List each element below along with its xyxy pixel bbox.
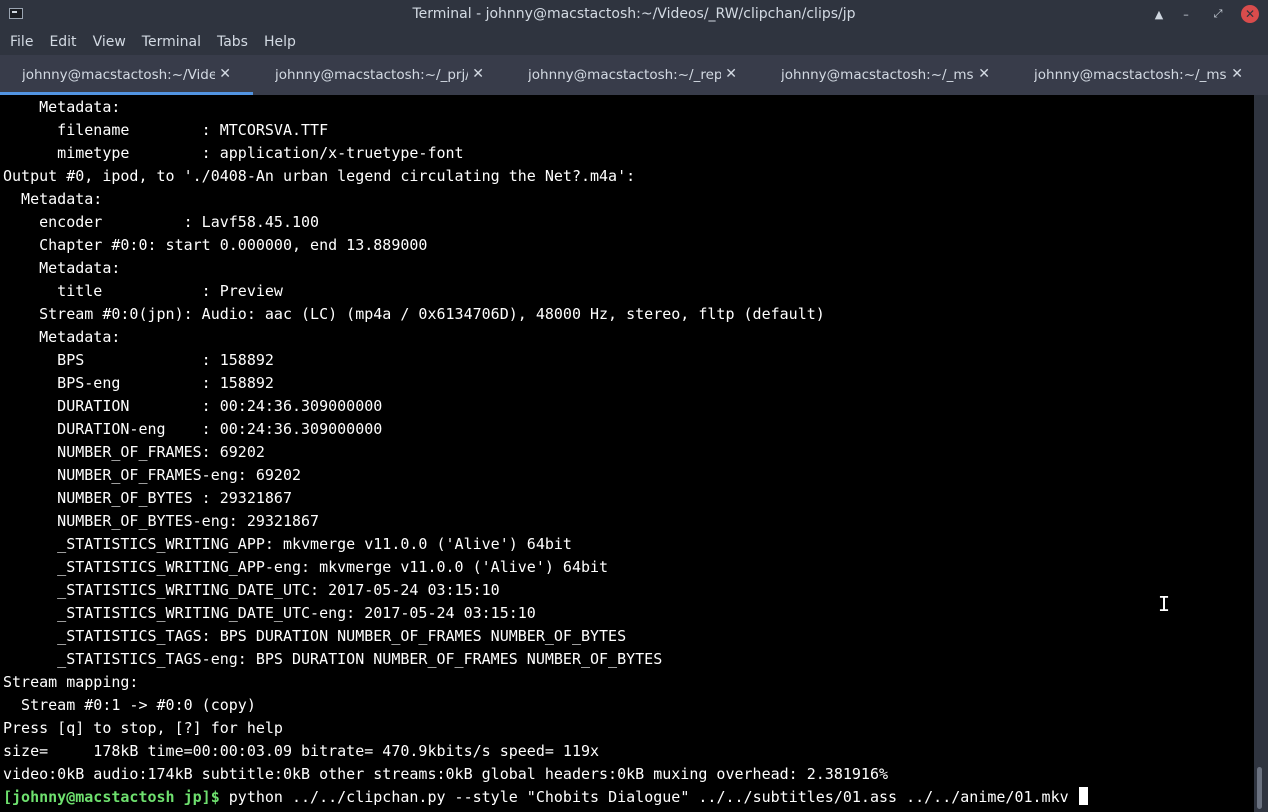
output-line: DURATION-eng : 00:24:36.309000000 [3,420,383,438]
output-line: Metadata: [3,190,103,208]
output-line: NUMBER_OF_BYTES : 29321867 [3,489,292,507]
tab-1[interactable]: johnny@macstactosh:~/Video... ✕ [0,55,253,95]
text-cursor [1078,787,1088,805]
tab-label: johnny@macstactosh:~/Video... [22,67,215,83]
title-bar: Terminal - johnny@macstactosh:~/Videos/_… [0,0,1268,29]
tab-3[interactable]: johnny@macstactosh:~/_repo... ✕ [506,55,759,95]
terminal-output[interactable]: Metadata: filename : MTCORSVA.TTF mimety… [0,95,1254,812]
output-line: filename : MTCORSVA.TTF [3,121,329,139]
output-line: NUMBER_OF_BYTES-eng: 29321867 [3,512,320,530]
terminal-lines: Metadata: filename : MTCORSVA.TTF mimety… [3,96,1088,809]
output-line: encoder : Lavf58.45.100 [3,213,320,231]
menu-terminal[interactable]: Terminal [134,29,209,55]
menu-tabs[interactable]: Tabs [209,29,256,55]
output-line: Stream #0:1 -> #0:0 (copy) [3,696,256,714]
menu-view[interactable]: View [85,29,134,55]
output-line: Metadata: [3,328,121,346]
output-line: _STATISTICS_TAGS: BPS DURATION NUMBER_OF… [3,627,627,645]
output-line: Press [q] to stop, [?] for help [3,719,283,737]
output-line: DURATION : 00:24:36.309000000 [3,397,383,415]
window-title: Terminal - johnny@macstactosh:~/Videos/_… [412,6,856,22]
close-tab-icon[interactable]: ✕ [472,66,484,82]
output-line: Metadata: [3,259,121,277]
close-tab-icon[interactable]: ✕ [1231,66,1243,82]
output-line: NUMBER_OF_FRAMES-eng: 69202 [3,466,302,484]
scrollbar-thumb[interactable] [1257,767,1262,809]
close-window-icon[interactable]: ✕ [1241,5,1259,23]
output-line: video:0kB audio:174kB subtitle:0kB other… [3,765,889,783]
output-line: Stream mapping: [3,673,139,691]
output-line: BPS-eng : 158892 [3,374,274,392]
close-tab-icon[interactable]: ✕ [978,66,990,82]
close-tab-icon[interactable]: ✕ [725,66,737,82]
output-line: _STATISTICS_TAGS-eng: BPS DURATION NUMBE… [3,650,663,668]
output-line: _STATISTICS_WRITING_APP: mkvmerge v11.0.… [3,535,572,553]
output-line: _STATISTICS_WRITING_DATE_UTC-eng: 2017-0… [3,604,536,622]
tab-label: johnny@macstactosh:~/_repo... [528,67,721,83]
tab-5[interactable]: johnny@macstactosh:~/_msc/... ✕ [1012,55,1265,95]
tab-label: johnny@macstactosh:~/_prj/t... [275,67,468,83]
output-line: size= 178kB time=00:00:03.09 bitrate= 47… [3,742,600,760]
maximize-window-icon[interactable]: ⤢ [1209,5,1227,23]
menu-bar: File Edit View Terminal Tabs Help [0,29,1268,55]
output-line: Stream #0:0(jpn): Audio: aac (LC) (mp4a … [3,305,825,323]
output-line: Chapter #0:0: start 0.000000, end 13.889… [3,236,428,254]
output-line: _STATISTICS_WRITING_APP-eng: mkvmerge v1… [3,558,609,576]
output-line: NUMBER_OF_FRAMES: 69202 [3,443,265,461]
tab-2[interactable]: johnny@macstactosh:~/_prj/t... ✕ [253,55,506,95]
menu-edit[interactable]: Edit [41,29,84,55]
prompt-line[interactable]: [johnny@macstactosh jp]$ python ../../cl… [3,786,1088,809]
output-line: mimetype : application/x-truetype-font [3,144,464,162]
tab-4[interactable]: johnny@macstactosh:~/_msc/... ✕ [759,55,1012,95]
output-line: Output #0, ipod, to './0408-An urban leg… [3,167,636,185]
tab-bar: johnny@macstactosh:~/Video... ✕ johnny@m… [0,55,1268,95]
ibeam-cursor-icon: I [1158,592,1171,616]
tab-label: johnny@macstactosh:~/_msc/... [781,67,974,83]
minimize-window-icon[interactable]: – [1177,5,1195,23]
menu-help[interactable]: Help [256,29,304,55]
vertical-scrollbar[interactable] [1254,95,1268,812]
tab-label: johnny@macstactosh:~/_msc/... [1034,67,1227,83]
shade-window-icon[interactable]: ▲ [1150,5,1168,23]
command-input[interactable]: python ../../clipchan.py --style "Chobit… [220,788,1078,806]
menu-file[interactable]: File [2,29,41,55]
output-line: BPS : 158892 [3,351,274,369]
shell-prompt: [johnny@macstactosh jp]$ [3,788,220,806]
output-line: title : Preview [3,282,283,300]
output-line: _STATISTICS_WRITING_DATE_UTC: 2017-05-24… [3,581,500,599]
output-line: Metadata: [3,98,121,116]
close-tab-icon[interactable]: ✕ [219,66,231,82]
